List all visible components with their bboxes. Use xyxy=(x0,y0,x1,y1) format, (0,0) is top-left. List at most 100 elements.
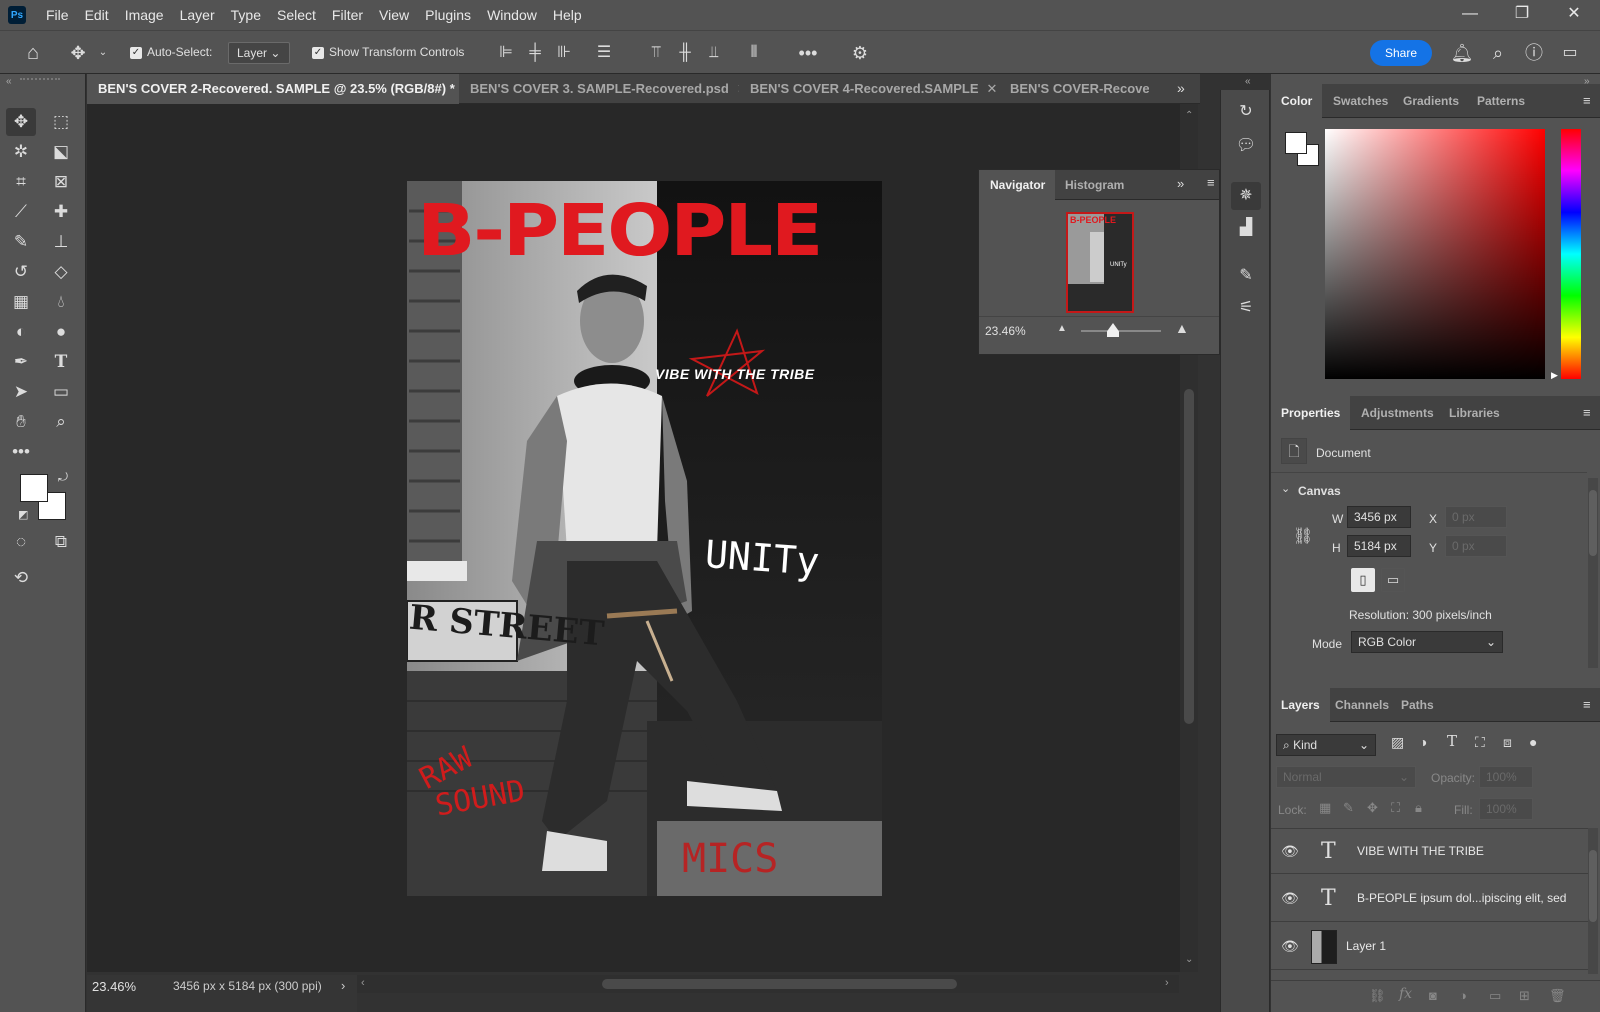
history-icon[interactable]: ↻ xyxy=(1231,98,1261,126)
gradient-tool-icon[interactable]: ▦ xyxy=(6,288,36,316)
layers-panel-menu-icon[interactable]: ≡ xyxy=(1583,697,1591,712)
collapse-icon[interactable]: « xyxy=(6,76,12,87)
tab-color[interactable]: Color xyxy=(1271,84,1323,118)
scroll-left-icon[interactable]: ‹ xyxy=(361,977,365,989)
status-menu-icon[interactable]: › xyxy=(341,978,345,993)
default-colors-icon[interactable]: ◩ xyxy=(18,508,28,521)
navigator-preview[interactable]: B-PEOPLE UNITy xyxy=(1066,212,1134,313)
navigator-zoom-value[interactable]: 23.46% xyxy=(985,324,1026,338)
align-left-icon[interactable]: ⊫ xyxy=(496,41,516,65)
expand-panels-icon[interactable]: » xyxy=(1584,76,1590,87)
width-field[interactable]: 3456 px xyxy=(1347,506,1411,528)
rectangle-tool-icon[interactable]: ▭ xyxy=(46,378,76,406)
layer-style-icon[interactable]: fx xyxy=(1399,986,1412,1002)
align-bottom-icon[interactable]: ⫫ xyxy=(704,41,724,65)
link-dimensions-icon[interactable]: ⛓ xyxy=(1293,526,1313,546)
foreground-color-swatch-front[interactable] xyxy=(20,474,48,502)
add-mask-icon[interactable]: ◙ xyxy=(1429,988,1437,1003)
crop-tool-icon[interactable]: ⌗ xyxy=(6,168,36,196)
type-tool-icon[interactable]: T xyxy=(46,348,76,376)
auto-select-checkbox[interactable]: ✓ xyxy=(130,47,142,59)
edit-toolbar-icon[interactable]: ••• xyxy=(6,438,36,466)
align-top-icon[interactable]: ⫪ xyxy=(646,41,666,65)
distribute-icon[interactable]: ☰ xyxy=(594,41,614,65)
adjustment-layer-icon[interactable]: ◑ xyxy=(1459,988,1467,1003)
close-window-icon[interactable]: ✕ xyxy=(1548,0,1600,30)
zoom-in-icon[interactable]: ▲ xyxy=(1175,320,1189,336)
quick-mask-icon[interactable]: ◌ xyxy=(6,528,36,556)
filter-pixel-icon[interactable]: ▨ xyxy=(1391,734,1404,751)
filter-smart-object-icon[interactable]: ⧈ xyxy=(1503,734,1512,751)
home-icon[interactable]: ⌂ xyxy=(20,41,46,65)
lock-transparent-icon[interactable]: ▦ xyxy=(1319,800,1331,816)
help-icon[interactable]: ⓘ xyxy=(1522,41,1546,65)
zoom-out-icon[interactable]: ▲ xyxy=(1057,323,1067,334)
link-layers-icon[interactable]: ⛓ xyxy=(1369,988,1386,1004)
height-field[interactable]: 5184 px xyxy=(1347,535,1411,557)
portrait-orientation-icon[interactable]: ▯ xyxy=(1351,568,1375,592)
auto-select-dropdown[interactable]: Layer ⌄ xyxy=(228,42,290,64)
tab-document-3[interactable]: BEN'S COVER 4-Recovered.SAMPLE ✕ xyxy=(739,74,999,104)
color-panel-menu-icon[interactable]: ≡ xyxy=(1583,93,1591,108)
zoom-slider-track[interactable] xyxy=(1081,330,1161,332)
dodge-tool-icon[interactable]: ◐ xyxy=(6,318,36,346)
chevron-down-icon[interactable]: ⌄ xyxy=(1281,482,1290,495)
share-button[interactable]: Share xyxy=(1370,40,1432,66)
visibility-eye-icon[interactable]: 👁︎ xyxy=(1281,890,1299,907)
properties-scroll-thumb[interactable] xyxy=(1589,490,1597,556)
tab-channels[interactable]: Channels xyxy=(1325,688,1399,722)
toolbar-grip[interactable] xyxy=(20,78,60,84)
filter-type-icon[interactable]: T xyxy=(1447,732,1457,750)
horizontal-scrollbar[interactable]: ‹ › xyxy=(357,975,1179,993)
expand-panel-icon[interactable]: » xyxy=(1177,176,1184,191)
layer-row[interactable]: 👁︎ T VIBE WITH THE TRIBE xyxy=(1271,828,1588,874)
blur-tool-icon[interactable]: 💧︎ xyxy=(46,288,76,316)
visibility-eye-icon[interactable]: 👁︎ xyxy=(1281,843,1299,860)
chevron-down-icon[interactable]: ⌄ xyxy=(96,41,110,65)
minimize-icon[interactable]: — xyxy=(1444,0,1496,30)
tab-document-4[interactable]: BEN'S COVER-Recovere xyxy=(999,74,1149,104)
hue-slider-handle-icon[interactable]: ▶ xyxy=(1551,370,1558,381)
menu-plugins[interactable]: Plugins xyxy=(417,0,479,30)
close-tab-icon[interactable]: ✕ xyxy=(986,81,997,96)
zoom-tool-icon[interactable]: ⌕ xyxy=(46,408,76,436)
properties-panel-menu-icon[interactable]: ≡ xyxy=(1583,405,1591,420)
align-middle-icon[interactable]: ╫ xyxy=(675,41,695,65)
show-transform-checkbox[interactable]: ✓ xyxy=(312,47,324,59)
gear-icon[interactable]: ⚙ xyxy=(848,41,872,65)
bell-icon[interactable]: 🔔︎ xyxy=(1450,41,1474,65)
swap-colors-icon[interactable]: ⤾ xyxy=(58,470,68,485)
tab-patterns[interactable]: Patterns xyxy=(1467,84,1535,118)
stamp-tool-icon[interactable]: ⊥ xyxy=(46,228,76,256)
layer-name[interactable]: B-PEOPLE ipsum dol...ipiscing elit, sed xyxy=(1357,891,1566,905)
tab-document-2[interactable]: BEN'S COVER 3. SAMPLE-Recovered.psd✕ xyxy=(459,74,739,104)
tab-swatches[interactable]: Swatches xyxy=(1323,84,1398,118)
frame-tool-icon[interactable]: ⊠ xyxy=(46,168,76,196)
menu-type[interactable]: Type xyxy=(223,0,269,30)
comments-icon[interactable]: 💬︎ xyxy=(1231,132,1261,160)
menu-help[interactable]: Help xyxy=(545,0,590,30)
color-picker-field[interactable] xyxy=(1325,129,1545,379)
tab-document-1[interactable]: BEN'S COVER 2-Recovered. SAMPLE @ 23.5% … xyxy=(87,74,459,104)
restore-icon[interactable]: ❐ xyxy=(1496,0,1548,30)
y-field[interactable]: 0 px xyxy=(1445,535,1507,557)
layer-row[interactable]: 👁︎ Layer 1 xyxy=(1271,924,1588,970)
brush-settings-icon[interactable]: ✎ xyxy=(1231,262,1261,290)
layer-row[interactable]: 👁︎ T B-PEOPLE ipsum dol...ipiscing elit,… xyxy=(1271,876,1588,922)
pen-tool-icon[interactable]: ✒ xyxy=(6,348,36,376)
tab-gradients[interactable]: Gradients xyxy=(1393,84,1469,118)
menu-image[interactable]: Image xyxy=(117,0,172,30)
search-icon[interactable]: ⌕ xyxy=(1486,41,1510,65)
tab-navigator[interactable]: Navigator xyxy=(990,178,1045,192)
align-center-icon[interactable]: ╪ xyxy=(525,41,545,65)
menu-file[interactable]: File xyxy=(38,0,77,30)
filter-adjustment-icon[interactable]: ◑ xyxy=(1419,734,1427,750)
collapse-panels-icon[interactable]: « xyxy=(1245,76,1251,87)
scroll-up-icon[interactable]: ⌃ xyxy=(1185,110,1193,121)
color-fg-swatch-front[interactable] xyxy=(1285,132,1307,154)
distribute-vertical-icon[interactable]: ⦀ xyxy=(744,41,764,65)
marquee-tool-icon[interactable]: ⬚ xyxy=(46,108,76,136)
landscape-orientation-icon[interactable]: ▭ xyxy=(1381,568,1405,592)
lock-position-icon[interactable]: ✥ xyxy=(1367,800,1378,816)
tab-adjustments[interactable]: Adjustments xyxy=(1351,396,1444,430)
